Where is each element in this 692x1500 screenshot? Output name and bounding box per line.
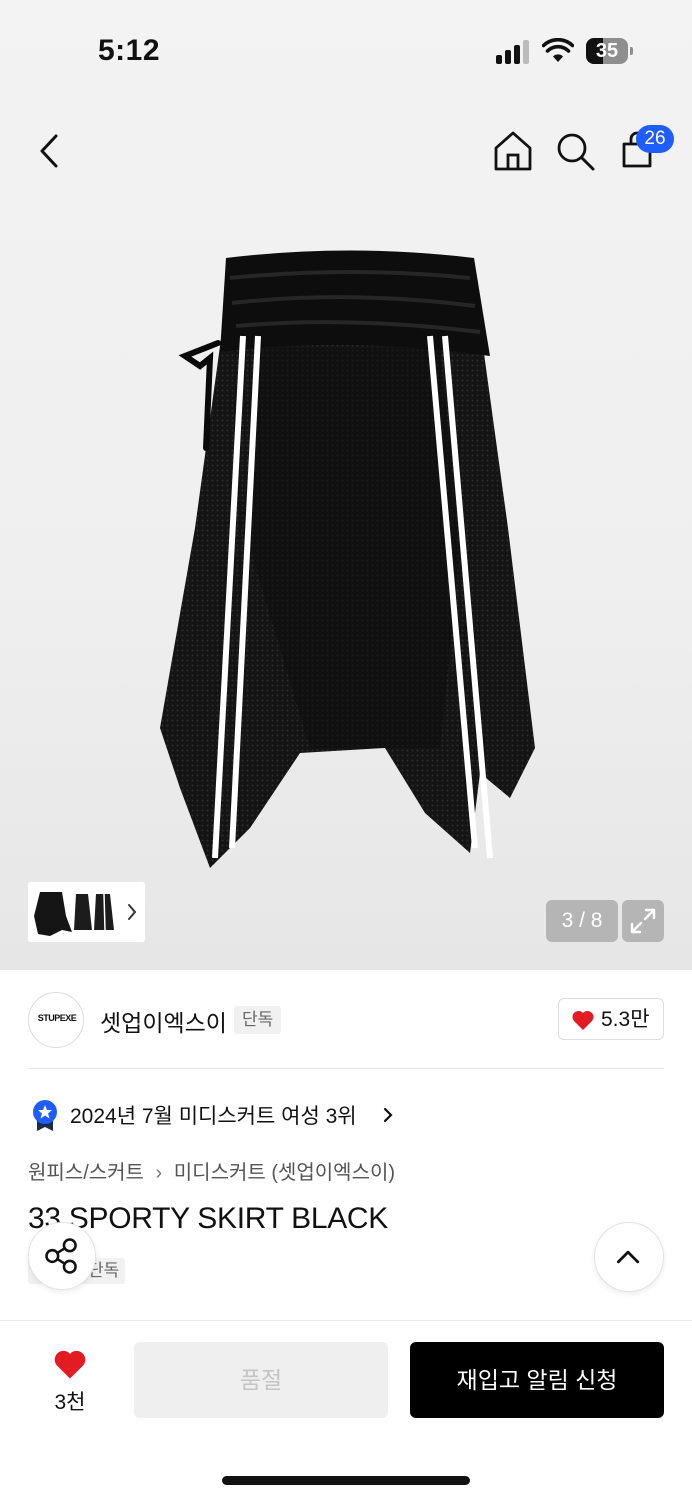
product-gallery[interactable]: 5:12 35 26 3 / 8 — [0, 0, 692, 970]
heart-icon — [572, 1010, 594, 1030]
status-bar: 5:12 35 — [0, 0, 692, 100]
expand-icon[interactable] — [622, 900, 664, 942]
cart-count-badge: 26 — [636, 125, 674, 153]
chevron-right-icon — [128, 904, 137, 920]
product-image[interactable] — [140, 228, 560, 868]
divider — [28, 1068, 664, 1069]
brand-name[interactable]: 셋업이엑스이 — [100, 1004, 227, 1038]
chevron-right-icon — [383, 1107, 393, 1123]
battery-level: 35 — [595, 40, 619, 62]
brand-like-count: 5.3만 — [601, 1008, 650, 1031]
search-icon[interactable] — [552, 128, 598, 174]
breadcrumb-category[interactable]: 원피스/스커트 — [28, 1162, 144, 1184]
back-icon[interactable] — [28, 128, 74, 174]
thumbnail-strip[interactable] — [28, 882, 145, 942]
brand-logo-text: STUPEXE — [37, 1013, 77, 1023]
chevron-up-icon — [616, 1250, 640, 1264]
restock-alert-button[interactable]: 재입고 알림 신청 — [410, 1342, 664, 1418]
wishlist-count: 3천 — [54, 1391, 86, 1414]
soldout-button: 품절 — [134, 1342, 388, 1418]
home-icon[interactable] — [490, 128, 536, 174]
brand-logo[interactable]: STUPEXE — [28, 992, 84, 1048]
brand-like-button[interactable]: 5.3만 — [558, 998, 664, 1040]
thumbnail-images[interactable] — [32, 886, 118, 938]
chevron-right-icon: › — [155, 1162, 163, 1184]
share-button[interactable] — [28, 1222, 96, 1290]
ranking-badge-icon — [33, 1100, 57, 1131]
home-indicator — [222, 1476, 470, 1485]
status-time: 5:12 — [98, 34, 161, 67]
image-pager: 3 / 8 — [546, 900, 618, 942]
share-icon — [45, 1238, 77, 1274]
ranking-text: 2024년 7월 미디스커트 여성 3위 — [70, 1105, 357, 1128]
breadcrumb-subcategory[interactable]: 미디스커트 (셋업이엑스이) — [174, 1162, 395, 1184]
cellular-signal-icon — [496, 40, 532, 64]
breadcrumb: 원피스/스커트 › 미디스커트 (셋업이엑스이) — [28, 1156, 395, 1185]
brand-exclusive-tag: 단독 — [234, 1006, 282, 1034]
scroll-to-top-button[interactable] — [594, 1222, 664, 1292]
wifi-icon — [542, 38, 574, 62]
battery-icon: 35 — [586, 38, 633, 64]
wishlist-button[interactable]: 3천 — [40, 1344, 100, 1414]
heart-icon — [54, 1350, 86, 1379]
